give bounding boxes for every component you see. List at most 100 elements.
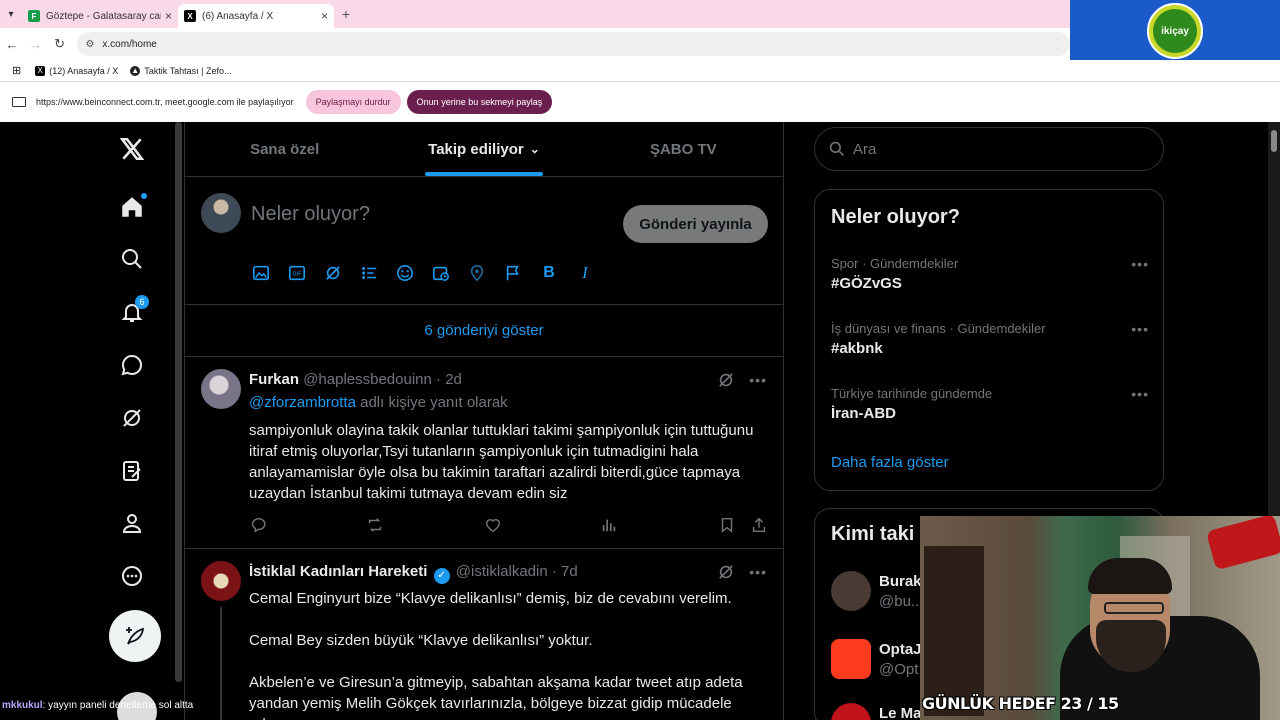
tweet-actions (249, 515, 769, 535)
suggestion-handle: @Opt (879, 661, 919, 678)
tweet-time[interactable]: 7d (561, 563, 578, 580)
scrollbar-thumb[interactable] (1271, 130, 1277, 152)
browser-tab-1[interactable]: F Göztepe - Galatasaray canlı skor × (22, 4, 178, 28)
search-input[interactable]: Ara (814, 127, 1164, 171)
more-options-icon[interactable]: ••• (1131, 256, 1149, 272)
schedule-icon[interactable] (431, 263, 451, 283)
trend-item[interactable]: Spor · Gündemdekiler #GÖZvGS ••• (831, 256, 1151, 292)
apps-grid-icon[interactable]: ⊞ (12, 64, 21, 77)
reply-icon[interactable] (249, 515, 269, 535)
flag-icon[interactable] (503, 263, 523, 283)
more-options-icon[interactable]: ••• (1131, 386, 1149, 402)
grok-icon[interactable] (717, 371, 735, 389)
grok-icon[interactable] (117, 403, 147, 433)
search-placeholder: Ara (853, 140, 877, 158)
site-info-icon[interactable]: ⚙ (85, 39, 94, 50)
notifications-bell-icon[interactable]: 6 (117, 295, 149, 327)
forward-icon[interactable]: → (24, 37, 48, 52)
composer-input[interactable]: Neler oluyor? (251, 203, 370, 226)
more-options-icon[interactable]: ••• (749, 564, 767, 580)
suggestion-name: Burak (879, 573, 922, 590)
trend-item[interactable]: Türkiye tarihinde gündemde İran-ABD ••• (831, 386, 1151, 422)
compose-post-button[interactable] (109, 610, 161, 662)
location-pin-icon[interactable] (467, 263, 487, 283)
emoji-icon[interactable] (395, 263, 415, 283)
show-new-posts-button[interactable]: 6 gönderiyi göster (185, 305, 783, 357)
trend-item[interactable]: İş dünyası ve finans · Gündemdekiler #ak… (831, 321, 1151, 357)
publish-post-button[interactable]: Gönderi yayınla (623, 205, 768, 243)
poll-icon[interactable] (359, 263, 379, 283)
tweet-text: sampiyonluk olayina takik olanlar tuttuk… (249, 422, 754, 502)
suggestion-handle: @bu... (879, 593, 924, 610)
tweet-time[interactable]: 2d (445, 371, 462, 388)
tweet-author-avatar[interactable] (201, 561, 241, 601)
tweet-author-name[interactable]: Furkan (249, 371, 299, 388)
media-icon[interactable] (251, 263, 271, 283)
tweet[interactable]: Furkan @haplessbedouinn · 2d ••• @zforza… (185, 357, 783, 549)
x-logo-icon[interactable] (117, 134, 147, 164)
show-more-trends-link[interactable]: Daha fazla göster (831, 454, 949, 471)
reply-mention-link[interactable]: @zforzambrotta (249, 394, 356, 411)
close-tab-icon[interactable]: × (321, 9, 328, 23)
notification-count-badge: 6 (135, 295, 149, 309)
repost-icon[interactable] (365, 515, 385, 535)
url-input[interactable]: ⚙ x.com/home (77, 32, 1070, 56)
opta-logo-avatar[interactable] (831, 639, 871, 679)
bookmark-taktik[interactable]: ▲ Taktik Tahtası | Zefo... (130, 65, 231, 76)
italic-icon[interactable]: I (575, 263, 595, 283)
browser-tab-bar: ▾ F Göztepe - Galatasaray canlı skor × X… (0, 0, 1070, 28)
more-options-icon[interactable]: ••• (1131, 321, 1149, 337)
profile-icon[interactable] (117, 508, 147, 538)
tweet-author-handle[interactable]: @istiklalkadin (456, 563, 548, 580)
grok-icon[interactable] (323, 263, 343, 283)
back-icon[interactable]: ← (0, 37, 24, 52)
more-options-icon[interactable] (117, 561, 147, 591)
grok-icon[interactable] (717, 563, 735, 581)
tweet-author-handle[interactable]: @haplessbedouinn (303, 371, 432, 388)
views-chart-icon[interactable] (599, 515, 619, 535)
left-scrollbar[interactable] (175, 122, 182, 682)
tweet[interactable]: İstiklal Kadınları Hareketi ✓ @istiklalk… (185, 549, 783, 720)
like-heart-icon[interactable] (483, 515, 503, 535)
share-notice-text: https://www.beinconnect.com.tr, meet.goo… (36, 97, 294, 107)
suggestion-avatar[interactable] (831, 703, 871, 720)
tab-following[interactable]: Takip ediliyor ⌄ (384, 122, 583, 176)
premium-icon[interactable] (117, 456, 147, 486)
taktik-favicon-icon: ▲ (130, 65, 141, 76)
new-tab-button[interactable]: + (334, 6, 358, 22)
share-icon[interactable] (749, 515, 769, 535)
verified-badge-icon: ✓ (433, 567, 450, 584)
tab-for-you[interactable]: Sana özel (185, 122, 384, 176)
address-bar-row: ← → ↻ ⚙ x.com/home (0, 28, 1070, 60)
bookmark-icon[interactable] (717, 515, 737, 535)
explore-search-icon[interactable] (117, 244, 147, 274)
gif-icon[interactable]: GIF (287, 263, 307, 283)
messages-icon[interactable] (117, 350, 147, 380)
bookmark-x[interactable]: X (12) Anasayfa / X (35, 65, 118, 76)
suggestion-avatar[interactable] (831, 571, 871, 611)
tweet-author-name[interactable]: İstiklal Kadınları Hareketi (249, 563, 427, 580)
close-tab-icon[interactable]: × (165, 9, 172, 23)
bold-icon[interactable]: B (539, 263, 559, 283)
livescore-favicon-icon: F (28, 10, 40, 22)
home-icon[interactable] (117, 192, 147, 222)
tweet-top-actions: ••• (717, 563, 767, 581)
stop-sharing-button[interactable]: Paylaşmayı durdur (305, 90, 401, 114)
reload-icon[interactable]: ↻ (48, 36, 72, 52)
tab-search-icon[interactable]: ▾ (0, 0, 22, 28)
tab-sabo-tv[interactable]: ŞABO TV (584, 122, 783, 176)
active-tab-indicator (424, 172, 543, 176)
tab-label: Takip ediliyor (428, 140, 524, 158)
tab-label: Sana özel (250, 140, 320, 158)
browser-tab-2[interactable]: X (6) Anasayfa / X × (178, 4, 334, 28)
separator-dot: · (551, 563, 557, 580)
streamer-hair (1088, 558, 1172, 594)
tweet-text: Cemal Enginyurt bize “Klavye delikanlısı… (249, 590, 743, 720)
more-options-icon[interactable]: ••• (749, 372, 767, 388)
share-this-tab-button[interactable]: Onun yerine bu sekmeyi paylaş (406, 90, 553, 114)
streamer-webcam (920, 516, 1280, 720)
user-avatar[interactable] (201, 193, 241, 233)
screen: ▾ F Göztepe - Galatasaray canlı skor × X… (0, 0, 1280, 720)
tweet-author-avatar[interactable] (201, 369, 241, 409)
suggestion-name: OptaJ (879, 641, 922, 658)
